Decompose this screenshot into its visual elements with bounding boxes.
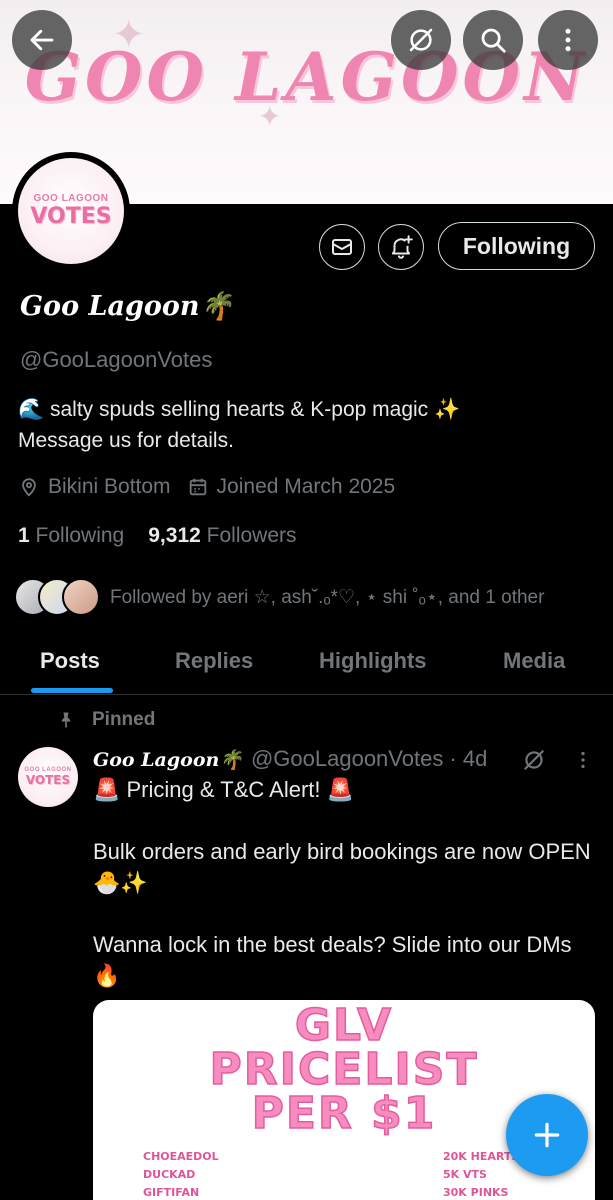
- profile-meta: Bikini Bottom Joined March 2025: [18, 475, 395, 499]
- following-count: 1: [18, 524, 30, 547]
- followed-by-text: Followed by aeri ☆, ash˘.ₒ*♡, ⋆ shi ˚ₒ⋆,…: [110, 586, 545, 608]
- pricelist-item: 20K HEARTS: [443, 1150, 520, 1163]
- tweet-more-button[interactable]: [572, 748, 594, 777]
- mail-icon: [332, 239, 352, 255]
- search-icon: [481, 28, 506, 53]
- pin-icon: [61, 712, 71, 728]
- tweet-line: Wanna lock in the best deals? Slide into…: [93, 932, 572, 988]
- joined-text: Joined March 2025: [216, 475, 396, 498]
- tweet-line: 🚨 Pricing & T&C Alert! 🚨: [93, 777, 355, 802]
- pricelist-item: GIFTIFAN: [143, 1186, 200, 1199]
- avatar-big-text: VOTES: [25, 773, 71, 787]
- plus-icon: [534, 1122, 560, 1148]
- tweet-media-image[interactable]: GLV PRICELIST PER $1 CHOEAEDOL DUCKAD GI…: [93, 1000, 595, 1200]
- follower-avatar: [62, 578, 100, 616]
- back-arrow-icon: [30, 29, 54, 51]
- active-tab-indicator: [31, 688, 113, 693]
- tab-media[interactable]: Media: [503, 648, 565, 674]
- bell-plus-icon: [391, 235, 413, 259]
- profile-tabs: Posts Replies Highlights Media: [0, 636, 613, 695]
- follow-counts: 1 Following 9,312 Followers: [18, 524, 297, 548]
- following-count-label: Following: [35, 524, 125, 547]
- pricelist-item: CHOEAEDOL: [143, 1150, 219, 1163]
- bio-line: 🌊 salty spuds selling hearts & K-pop mag…: [18, 398, 461, 421]
- profile-bio: 🌊 salty spuds selling hearts & K-pop mag…: [18, 394, 598, 456]
- profile-handle: @GooLagoonVotes: [20, 347, 213, 372]
- more-options-button[interactable]: [538, 10, 598, 70]
- display-name: Goo Lagoon🌴: [20, 291, 234, 322]
- followed-by-row[interactable]: Followed by aeri ☆, ash˘.ₒ*♡, ⋆ shi ˚ₒ⋆,…: [14, 578, 544, 616]
- more-vertical-icon: [581, 751, 585, 769]
- pricelist-item: 5K VTS: [443, 1168, 487, 1181]
- pricelist-item: DUCKAD: [143, 1168, 196, 1181]
- back-button[interactable]: [12, 10, 72, 70]
- tweet-text: 🚨 Pricing & T&C Alert! 🚨 Bulk orders and…: [93, 774, 593, 991]
- tab-highlights[interactable]: Highlights: [319, 648, 427, 674]
- avatar-big-text: VOTES: [30, 204, 112, 229]
- pricelist-item: 30K PINKS: [443, 1186, 509, 1199]
- tab-posts[interactable]: Posts: [40, 648, 100, 674]
- tweet-handle-time: @GooLagoonVotes · 4d: [250, 746, 488, 771]
- compose-post-button[interactable]: [506, 1094, 588, 1176]
- tweet-author-name[interactable]: Goo Lagoon🌴: [93, 748, 243, 771]
- following-count-link[interactable]: 1 Following: [18, 524, 124, 548]
- tweet-header: Goo Lagoon🌴 @GooLagoonVotes · 4d: [93, 746, 487, 772]
- search-button[interactable]: [463, 10, 523, 70]
- grok-button[interactable]: [391, 10, 451, 70]
- location-pin-icon: [22, 478, 36, 497]
- profile-avatar[interactable]: GOO LAGOON VOTES: [12, 152, 130, 270]
- message-button[interactable]: [319, 224, 365, 270]
- avatar-image: GOO LAGOON VOTES: [18, 158, 124, 264]
- notifications-button[interactable]: [378, 224, 424, 270]
- location-text: Bikini Bottom: [48, 475, 171, 498]
- calendar-icon: [189, 478, 206, 496]
- following-button[interactable]: Following: [438, 222, 595, 270]
- grok-icon: [409, 28, 433, 52]
- grok-icon: [524, 750, 544, 770]
- followers-count-link[interactable]: 9,312 Followers: [148, 524, 296, 548]
- followers-count: 9,312: [148, 524, 201, 547]
- more-vertical-icon: [565, 28, 571, 52]
- tweet-line: Bulk orders and early bird bookings are …: [93, 839, 591, 895]
- pinned-label-row: Pinned: [56, 709, 155, 731]
- pinned-label: Pinned: [92, 709, 156, 730]
- tweet-avatar[interactable]: GOO LAGOON VOTES: [18, 747, 78, 807]
- followers-count-label: Followers: [206, 524, 297, 547]
- tab-replies[interactable]: Replies: [175, 648, 253, 674]
- bio-line: Message us for details.: [18, 429, 234, 452]
- avatar-small-text: GOO LAGOON: [33, 193, 109, 204]
